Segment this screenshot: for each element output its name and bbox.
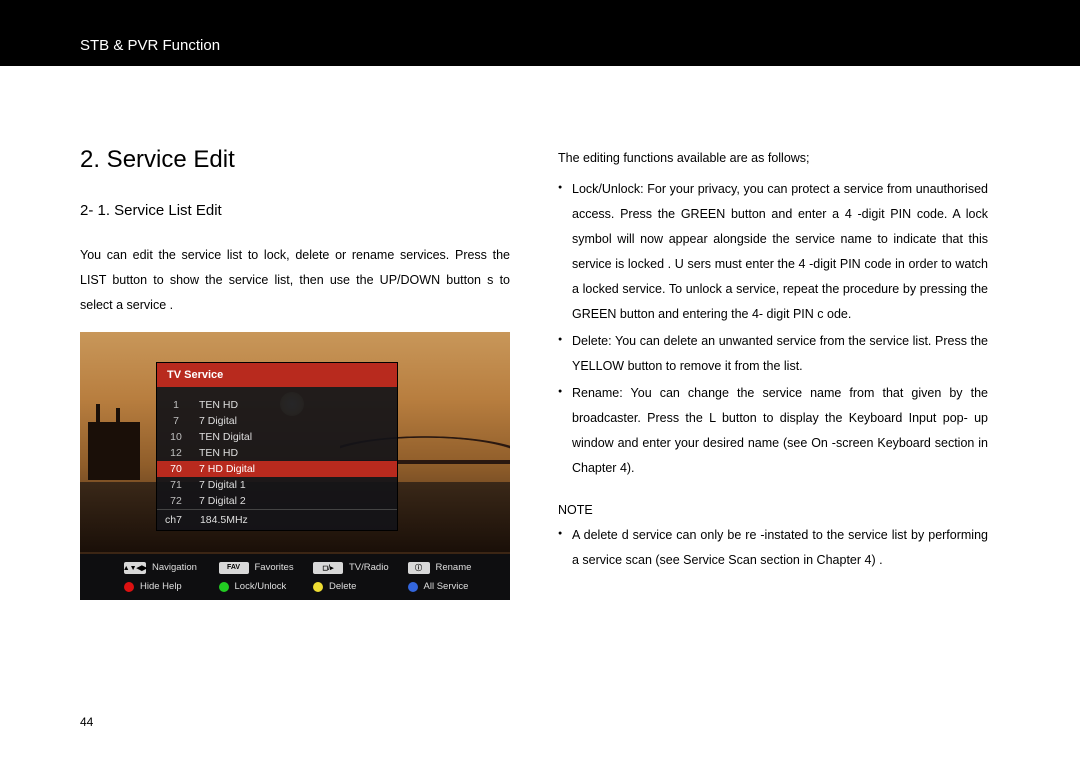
list-item: Rename: You can change the service name … [558,381,988,481]
table-row[interactable]: 10TEN Digital [157,429,397,445]
tvradio-key-icon: ◻/▸ [313,562,343,574]
panel-footer: ch7 184.5MHz [157,509,397,530]
green-dot-icon [219,582,229,592]
list-item: A delete d service can only be re -insta… [558,523,988,573]
page-number: 44 [80,715,93,729]
help-lockunlock: Lock/Unlock [219,577,308,596]
header-title: STB & PVR Function [80,37,220,54]
subsection-heading: 2- 1. Service List Edit [80,202,510,219]
right-column: The editing functions available are as f… [558,146,988,600]
service-list-panel: TV Service 1TEN HD 77 Digital 10TEN Digi… [156,362,398,531]
table-row[interactable]: 1TEN HD [157,397,397,413]
help-tvradio: ◻/▸TV/Radio [313,558,402,577]
list-item: Delete: You can delete an unwanted servi… [558,329,988,379]
page-content: 2. Service Edit 2- 1. Service List Edit … [0,66,1080,600]
help-navigation: ▲▼◀▶Navigation [124,558,213,577]
help-favorites: FAVFavorites [219,558,308,577]
help-bar: ▲▼◀▶Navigation FAVFavorites ◻/▸TV/Radio … [80,554,510,600]
header-bar: STB & PVR Function [0,0,1080,66]
fav-key-icon: FAV [219,562,249,574]
note-label: NOTE [558,503,988,517]
left-column: 2. Service Edit 2- 1. Service List Edit … [80,146,510,600]
dpad-icon: ▲▼◀▶ [124,562,146,574]
footer-channel: ch7 [165,514,182,526]
feature-list: Lock/Unlock: For your privacy, you can p… [558,177,988,481]
panel-title: TV Service [157,363,397,387]
help-hidehelp: Hide Help [124,577,213,596]
boat-graphic [88,422,140,480]
table-row[interactable]: 727 Digital 2 [157,493,397,509]
table-row[interactable]: 77 Digital [157,413,397,429]
help-allservice: All Service [408,577,497,596]
help-delete: Delete [313,577,402,596]
table-row-selected[interactable]: 707 HD Digital [157,461,397,477]
intro-paragraph: You can edit the service list to lock, d… [80,243,510,318]
info-key-icon: ⓘ [408,562,430,574]
note-list: A delete d service can only be re -insta… [558,523,988,573]
help-rename: ⓘRename [408,558,497,577]
table-row[interactable]: 717 Digital 1 [157,477,397,493]
table-row[interactable]: 12TEN HD [157,445,397,461]
section-heading: 2. Service Edit [80,146,510,174]
red-dot-icon [124,582,134,592]
right-intro: The editing functions available are as f… [558,146,988,171]
yellow-dot-icon [313,582,323,592]
tv-screenshot: TV Service 1TEN HD 77 Digital 10TEN Digi… [80,332,510,600]
list-item: Lock/Unlock: For your privacy, you can p… [558,177,988,327]
footer-frequency: 184.5MHz [200,514,248,526]
blue-dot-icon [408,582,418,592]
